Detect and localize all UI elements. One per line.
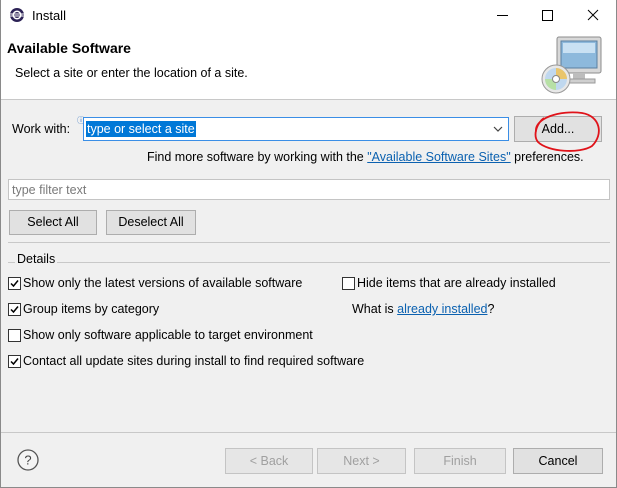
close-icon[interactable]: [570, 0, 616, 30]
cancel-button[interactable]: Cancel: [513, 448, 603, 474]
show-applicable-checkbox[interactable]: [8, 329, 21, 342]
help-icon[interactable]: ?: [17, 449, 39, 471]
filter-field[interactable]: [8, 179, 610, 200]
divider: [8, 242, 610, 243]
checkmark-icon: [10, 280, 19, 288]
work-with-combo[interactable]: type or select a site: [83, 117, 509, 141]
select-all-button[interactable]: Select All: [9, 210, 97, 235]
finish-button[interactable]: Finish: [414, 448, 506, 474]
more-software-prefix: Find more software by working with the: [147, 150, 368, 164]
chevron-down-icon[interactable]: [492, 123, 504, 135]
show-latest-label[interactable]: Show only the latest versions of availab…: [23, 276, 302, 290]
page-description: Select a site or enter the location of a…: [15, 66, 248, 80]
page-title: Available Software: [7, 40, 131, 56]
work-with-label: Work with:: [12, 122, 71, 136]
back-button[interactable]: < Back: [225, 448, 313, 474]
install-window: Install Available Software Select a site…: [0, 0, 617, 488]
show-applicable-label[interactable]: Show only software applicable to target …: [23, 328, 313, 342]
footer-divider: [1, 432, 616, 433]
deselect-all-button[interactable]: Deselect All: [106, 210, 196, 235]
what-is-installed-text: What is already installed?: [352, 302, 494, 316]
more-software-suffix: preferences.: [510, 150, 584, 164]
already-installed-link[interactable]: already installed: [397, 302, 487, 316]
hide-installed-checkbox[interactable]: [342, 277, 355, 290]
svg-text:?: ?: [24, 453, 31, 468]
checkmark-icon: [10, 306, 19, 314]
show-latest-checkbox[interactable]: [8, 277, 21, 290]
contact-sites-checkbox[interactable]: [8, 355, 21, 368]
checkmark-icon: [10, 358, 19, 366]
group-by-category-checkbox[interactable]: [8, 303, 21, 316]
minimize-icon[interactable]: [479, 0, 525, 30]
hide-installed-label[interactable]: Hide items that are already installed: [357, 276, 556, 290]
group-by-category-label[interactable]: Group items by category: [23, 302, 159, 316]
wizard-header: Available Software Select a site or ente…: [1, 30, 616, 100]
next-button[interactable]: Next >: [317, 448, 406, 474]
filter-input[interactable]: [9, 180, 609, 199]
details-group-label: Details: [15, 252, 58, 266]
more-software-text: Find more software by working with the "…: [147, 150, 584, 164]
contact-sites-label[interactable]: Contact all update sites during install …: [23, 354, 364, 368]
what-is-prefix: What is: [352, 302, 398, 316]
work-with-value[interactable]: type or select a site: [86, 121, 196, 137]
details-group-border: [8, 262, 610, 263]
window-title: Install: [32, 8, 66, 23]
eclipse-icon: [10, 8, 24, 22]
title-bar: Install: [1, 0, 616, 30]
available-sites-link[interactable]: "Available Software Sites": [367, 150, 510, 164]
maximize-icon[interactable]: [524, 0, 570, 30]
monitor-cd-icon: [541, 36, 602, 94]
add-site-button[interactable]: Add...: [514, 116, 602, 142]
what-is-suffix: ?: [487, 302, 495, 316]
